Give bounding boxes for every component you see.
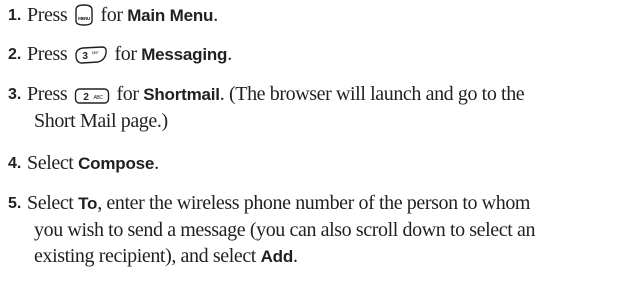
step-verb: Select bbox=[27, 152, 74, 174]
step-number: 3. bbox=[8, 86, 22, 103]
step-keyword: Add bbox=[260, 247, 294, 266]
step-number: 1. bbox=[8, 7, 22, 24]
step-keyword: Main Menu bbox=[127, 6, 214, 25]
step-keyword: Shortmail bbox=[143, 85, 220, 104]
step-keyword: To bbox=[78, 194, 98, 213]
svg-text:ABC: ABC bbox=[93, 95, 103, 101]
step-continuation: you wish to send a message (you can also… bbox=[34, 219, 536, 241]
svg-text:DEF: DEF bbox=[91, 50, 99, 55]
step-text: Press 3 DEF for Messaging. bbox=[27, 41, 617, 68]
svg-text:2: 2 bbox=[83, 92, 89, 103]
step-punct: . (The browser will launch and go to the bbox=[219, 83, 525, 105]
2-abc-key-icon: 2 ABC bbox=[74, 87, 110, 105]
step-text: Select Compose. bbox=[27, 150, 617, 177]
step-verb: Press bbox=[27, 83, 68, 105]
step-connector: for bbox=[116, 83, 139, 105]
3-def-key-icon: 3 DEF bbox=[74, 45, 108, 65]
step-verb: Press bbox=[27, 43, 68, 65]
step-connector: for bbox=[114, 43, 137, 65]
step-punct: . bbox=[227, 43, 232, 65]
svg-text:3: 3 bbox=[82, 51, 88, 62]
step-continuation: Short Mail page.) bbox=[34, 110, 168, 132]
step-text: Select To, enter the wireless phone numb… bbox=[27, 190, 617, 270]
step-number: 4. bbox=[8, 155, 22, 172]
step-continuation-text: existing recipient), and select bbox=[34, 245, 256, 267]
step-verb: Press bbox=[27, 4, 68, 26]
step-number: 2. bbox=[8, 46, 22, 63]
step-connector: for bbox=[100, 4, 123, 26]
step-punct: . bbox=[154, 152, 159, 174]
step-verb: Select bbox=[27, 192, 74, 214]
svg-text:MENU: MENU bbox=[78, 16, 90, 21]
step-number: 5. bbox=[8, 195, 22, 212]
step-continuation-final: existing recipient), and select Add. bbox=[27, 243, 617, 270]
step-punct: . bbox=[293, 245, 298, 267]
menu-key-icon: MENU bbox=[74, 4, 94, 26]
step-keyword: Compose bbox=[78, 154, 155, 173]
step-keyword: Messaging bbox=[141, 45, 228, 64]
step-punct: . bbox=[213, 4, 218, 26]
step-text: Press 2 ABC for Shortmail. (The browser … bbox=[27, 81, 617, 134]
step-punct: , enter the wireless phone number of the… bbox=[97, 192, 531, 214]
step-text: Press MENU for Main Menu. bbox=[27, 2, 617, 29]
